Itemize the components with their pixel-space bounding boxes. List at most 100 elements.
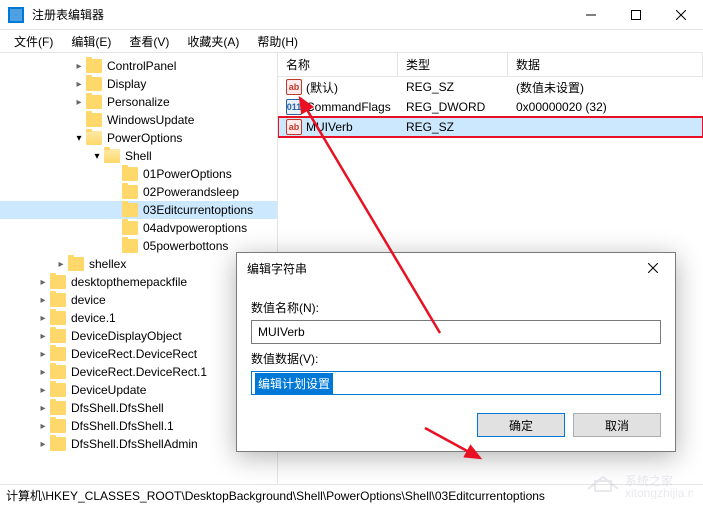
tree-item-label: 04advpoweroptions [142,221,247,235]
tree-item[interactable]: 01PowerOptions [0,165,277,183]
chevron-right-icon[interactable]: ▸ [36,277,50,288]
col-header-data[interactable]: 数据 [508,53,703,76]
folder-icon [122,203,138,217]
folder-icon [50,401,66,415]
col-header-type[interactable]: 类型 [398,53,508,76]
folder-icon [122,185,138,199]
tree-item-label: 01PowerOptions [142,167,232,181]
folder-icon [86,77,102,91]
folder-icon [86,59,102,73]
edit-string-dialog: 编辑字符串 数值名称(N): 数值数据(V): 编辑计划设置 确定 取消 [236,252,676,452]
reg-string-icon: ab [286,79,302,95]
folder-icon [50,419,66,433]
folder-icon [86,95,102,109]
list-row[interactable]: 011 CommandFlags REG_DWORD0x00000020 (32) [278,97,703,117]
tree-item-label: 05powerbottons [142,239,228,253]
chevron-right-icon[interactable]: ▸ [36,331,50,342]
cancel-button[interactable]: 取消 [573,413,661,437]
folder-icon [50,365,66,379]
value-data-label: 数值数据(V): [251,350,661,367]
value-type: REG_DWORD [398,100,508,114]
folder-icon [122,167,138,181]
chevron-right-icon[interactable]: ▸ [36,403,50,414]
folder-icon [50,329,66,343]
tree-item-label: Personalize [106,95,170,109]
folder-icon [50,347,66,361]
close-button[interactable] [658,0,703,29]
folder-icon [50,293,66,307]
list-row[interactable]: ab MUIVerb REG_SZ [278,117,703,137]
tree-item-label: desktopthemepackfile [70,275,187,289]
ok-button[interactable]: 确定 [477,413,565,437]
tree-item-label: device [70,293,106,307]
chevron-right-icon[interactable]: ▸ [36,439,50,450]
tree-item-label: DeviceRect.DeviceRect.1 [70,365,207,379]
tree-item[interactable]: 02Powerandsleep [0,183,277,201]
status-path: 计算机\HKEY_CLASSES_ROOT\DesktopBackground\… [6,487,545,504]
statusbar: 计算机\HKEY_CLASSES_ROOT\DesktopBackground\… [0,484,703,506]
titlebar: 注册表编辑器 [0,0,703,30]
folder-icon [104,149,120,163]
folder-icon [122,221,138,235]
tree-item-label: WindowsUpdate [106,113,194,127]
folder-icon [86,113,102,127]
value-name-label: 数值名称(N): [251,299,661,316]
tree-item-label: PowerOptions [106,131,182,145]
chevron-right-icon[interactable]: ▸ [36,367,50,378]
folder-icon [50,311,66,325]
folder-icon [50,275,66,289]
tree-item-label: Display [106,77,146,91]
menu-edit[interactable]: 编辑(E) [63,31,119,52]
window-title: 注册表编辑器 [32,6,568,23]
chevron-right-icon[interactable]: ▸ [36,421,50,432]
tree-item[interactable]: 04advpoweroptions [0,219,277,237]
tree-item[interactable]: 03Editcurrentoptions [0,201,277,219]
value-type: REG_SZ [398,120,508,134]
menu-file[interactable]: 文件(F) [6,31,61,52]
chevron-right-icon[interactable]: ▸ [72,79,86,90]
chevron-right-icon[interactable]: ▸ [72,97,86,108]
chevron-right-icon[interactable]: ▸ [36,295,50,306]
tree-item[interactable]: ▾ PowerOptions [0,129,277,147]
value-name: MUIVerb [306,120,353,134]
value-data: 0x00000020 (32) [508,100,703,114]
minimize-button[interactable] [568,0,613,29]
value-type: REG_SZ [398,80,508,94]
tree-item-label: 02Powerandsleep [142,185,239,199]
tree-item-label: DfsShell.DfsShellAdmin [70,437,198,451]
chevron-right-icon[interactable]: ▸ [36,349,50,360]
menu-help[interactable]: 帮助(H) [249,31,306,52]
folder-icon [68,257,84,271]
dialog-close-button[interactable] [630,253,675,283]
tree-item[interactable]: WindowsUpdate [0,111,277,129]
col-header-name[interactable]: 名称 [278,53,398,76]
folder-icon [122,239,138,253]
tree-item[interactable]: ▸ ControlPanel [0,57,277,75]
menu-favorites[interactable]: 收藏夹(A) [179,31,247,52]
folder-icon [50,437,66,451]
reg-binary-icon: 011 [286,99,302,115]
chevron-right-icon[interactable]: ▸ [54,259,68,270]
tree-item-label: DeviceDisplayObject [70,329,182,343]
value-data-input[interactable]: 编辑计划设置 [251,371,661,395]
tree-item-label: 03Editcurrentoptions [142,203,253,217]
tree-item[interactable]: ▸ Display [0,75,277,93]
chevron-down-icon[interactable]: ▾ [90,151,104,162]
menubar: 文件(F) 编辑(E) 查看(V) 收藏夹(A) 帮助(H) [0,30,703,52]
tree-item-label: device.1 [70,311,116,325]
menu-view[interactable]: 查看(V) [121,31,177,52]
reg-string-icon: ab [286,119,302,135]
value-name: CommandFlags [306,100,391,114]
chevron-right-icon[interactable]: ▸ [36,313,50,324]
dialog-title: 编辑字符串 [247,260,307,277]
chevron-down-icon[interactable]: ▾ [72,133,86,144]
maximize-button[interactable] [613,0,658,29]
chevron-right-icon[interactable]: ▸ [72,61,86,72]
tree-item[interactable]: ▸ Personalize [0,93,277,111]
tree-item-label: ControlPanel [106,59,176,73]
list-row[interactable]: ab(默认)REG_SZ(数值未设置) [278,77,703,97]
value-name-input[interactable] [251,320,661,344]
chevron-right-icon[interactable]: ▸ [36,385,50,396]
tree-item-label: DeviceRect.DeviceRect [70,347,197,361]
tree-item[interactable]: ▾Shell [0,147,277,165]
